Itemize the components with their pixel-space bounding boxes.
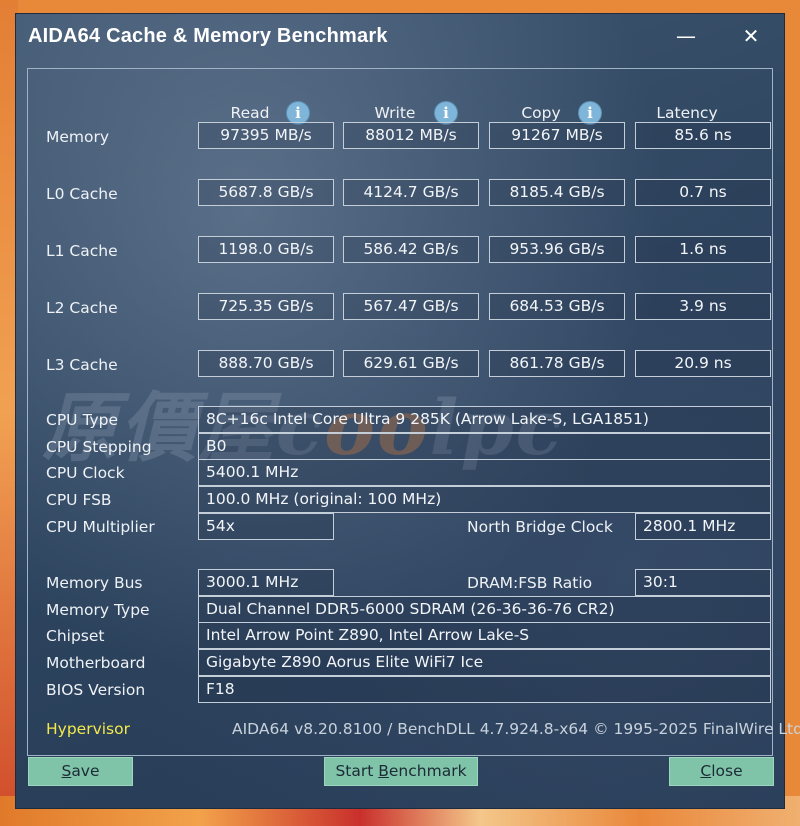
memory-bus-label: Memory Bus — [46, 574, 143, 592]
cpu-fsb-label: CPU FSB — [46, 491, 112, 509]
cpu-stepping-label: CPU Stepping — [46, 438, 152, 456]
row-label-l3: L3 Cache — [46, 356, 118, 374]
window-title: AIDA64 Cache & Memory Benchmark — [28, 25, 388, 47]
row-label-l0: L0 Cache — [46, 185, 118, 203]
read-info-icon[interactable]: i — [287, 102, 309, 124]
save-mnemonic: S — [61, 762, 72, 780]
row-label-l2: L2 Cache — [46, 299, 118, 317]
cpu-stepping-value: B0 — [198, 433, 771, 460]
write-info-icon[interactable]: i — [435, 102, 457, 124]
start-mnemonic: B — [378, 762, 389, 780]
cpu-multiplier-value: 54x — [198, 513, 334, 540]
dram-fsb-ratio-value: 30:1 — [635, 569, 771, 596]
close-button[interactable]: Close — [669, 757, 774, 786]
minimize-icon[interactable]: — — [666, 22, 706, 52]
close-icon[interactable]: ✕ — [731, 22, 771, 52]
bios-version-label: BIOS Version — [46, 681, 146, 699]
bios-version-value: F18 — [198, 676, 771, 703]
cpu-clock-value: 5400.1 MHz — [198, 459, 771, 486]
l1-write-value: 586.42 GB/s — [343, 236, 479, 263]
memory-type-value: Dual Channel DDR5-6000 SDRAM (26-36-36-7… — [198, 596, 771, 623]
version-info: AIDA64 v8.20.8100 / BenchDLL 4.7.924.8-x… — [232, 720, 800, 738]
cpu-type-value: 8C+16c Intel Core Ultra 9 285K (Arrow La… — [198, 406, 771, 433]
row-label-l1: L1 Cache — [46, 242, 118, 260]
memory-write-value: 88012 MB/s — [343, 122, 479, 149]
chipset-value: Intel Arrow Point Z890, Intel Arrow Lake… — [198, 622, 771, 649]
memory-latency-value: 85.6 ns — [635, 122, 771, 149]
motherboard-value: Gigabyte Z890 Aorus Elite WiFi7 Ice — [198, 649, 771, 676]
l0-read-value: 5687.8 GB/s — [198, 179, 334, 206]
l1-read-value: 1198.0 GB/s — [198, 236, 334, 263]
north-bridge-clock-label: North Bridge Clock — [467, 518, 613, 536]
l0-copy-value: 8185.4 GB/s — [489, 179, 625, 206]
l3-copy-value: 861.78 GB/s — [489, 350, 625, 377]
l2-copy-value: 684.53 GB/s — [489, 293, 625, 320]
l2-write-value: 567.47 GB/s — [343, 293, 479, 320]
benchmark-window: AIDA64 Cache & Memory Benchmark — ✕ 原價屋c… — [16, 14, 800, 808]
cpu-multiplier-label: CPU Multiplier — [46, 518, 155, 536]
l0-latency-value: 0.7 ns — [635, 179, 771, 206]
memory-type-label: Memory Type — [46, 601, 150, 619]
memory-copy-value: 91267 MB/s — [489, 122, 625, 149]
title-bar[interactable]: AIDA64 Cache & Memory Benchmark — ✕ — [16, 14, 784, 62]
save-button[interactable]: Save — [28, 757, 133, 786]
hypervisor-label: Hypervisor — [46, 720, 130, 738]
cpu-type-label: CPU Type — [46, 411, 119, 429]
start-label-rest: enchmark — [388, 762, 467, 780]
motherboard-label: Motherboard — [46, 654, 146, 672]
close-label: lose — [711, 762, 743, 780]
chipset-label: Chipset — [46, 627, 105, 645]
start-label: Start — [335, 762, 379, 780]
l3-write-value: 629.61 GB/s — [343, 350, 479, 377]
column-header-latency: Latency — [656, 104, 718, 122]
dram-fsb-ratio-label: DRAM:FSB Ratio — [467, 574, 593, 592]
row-label-memory: Memory — [46, 128, 110, 146]
north-bridge-clock-value: 2800.1 MHz — [635, 513, 771, 540]
cpu-clock-label: CPU Clock — [46, 464, 125, 482]
start-benchmark-button[interactable]: Start Benchmark — [324, 757, 478, 786]
l2-read-value: 725.35 GB/s — [198, 293, 334, 320]
copy-info-icon[interactable]: i — [579, 102, 601, 124]
cpu-fsb-value: 100.0 MHz (original: 100 MHz) — [198, 486, 771, 513]
l1-copy-value: 953.96 GB/s — [489, 236, 625, 263]
memory-bus-value: 3000.1 MHz — [198, 569, 334, 596]
l3-read-value: 888.70 GB/s — [198, 350, 334, 377]
close-mnemonic: C — [700, 762, 712, 780]
memory-read-value: 97395 MB/s — [198, 122, 334, 149]
l2-latency-value: 3.9 ns — [635, 293, 771, 320]
save-label: ave — [71, 762, 100, 780]
l3-latency-value: 20.9 ns — [635, 350, 771, 377]
l1-latency-value: 1.6 ns — [635, 236, 771, 263]
l0-write-value: 4124.7 GB/s — [343, 179, 479, 206]
